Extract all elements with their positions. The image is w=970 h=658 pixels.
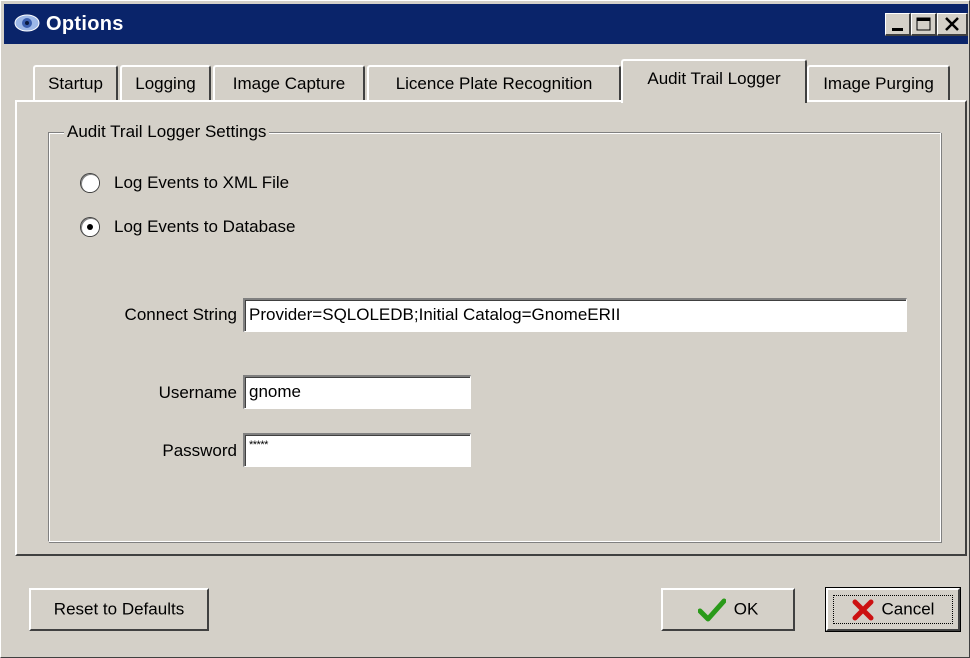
tab-startup[interactable]: Startup	[33, 65, 118, 101]
close-icon	[945, 17, 959, 31]
close-button[interactable]	[937, 13, 968, 36]
tab-image-capture[interactable]: Image Capture	[213, 65, 365, 101]
options-window: Options Startup Logging Image Capture Li…	[0, 0, 970, 658]
connect-string-input[interactable]: Provider=SQLOLEDB;Initial Catalog=GnomeE…	[243, 298, 907, 332]
reset-to-defaults-button[interactable]: Reset to Defaults	[29, 588, 209, 631]
checkmark-icon	[697, 598, 726, 622]
minimize-button[interactable]	[885, 13, 911, 36]
tab-audit-trail-logger[interactable]: Audit Trail Logger	[621, 59, 807, 103]
tab-licence-plate-recognition[interactable]: Licence Plate Recognition	[367, 65, 621, 101]
eye-icon	[14, 14, 40, 32]
maximize-button[interactable]	[911, 13, 937, 36]
reset-button-label: Reset to Defaults	[53, 599, 185, 619]
ok-button[interactable]: OK	[661, 588, 795, 631]
radio-label: Log Events to Database	[114, 217, 296, 236]
ok-button-label: OK	[733, 599, 759, 619]
username-input[interactable]: gnome	[243, 375, 471, 409]
maximize-icon	[916, 17, 931, 31]
radio-button-selected[interactable]	[81, 218, 99, 236]
radio-dot	[87, 224, 93, 230]
username-label: Username	[158, 383, 237, 402]
radio-button[interactable]	[81, 174, 99, 192]
title-bar[interactable]: Options	[4, 4, 968, 44]
tab-logging[interactable]: Logging	[120, 65, 211, 101]
tab-image-purging[interactable]: Image Purging	[807, 65, 950, 101]
password-label: Password	[162, 441, 237, 460]
cancel-button[interactable]: Cancel	[825, 587, 961, 632]
password-input[interactable]: *****	[243, 433, 471, 467]
focus-rectangle	[833, 595, 953, 624]
group-title: Audit Trail Logger Settings	[64, 120, 270, 144]
minimize-icon	[892, 28, 903, 31]
window-title: Options	[46, 13, 124, 35]
connect-string-label: Connect String	[124, 305, 237, 324]
radio-label: Log Events to XML File	[114, 173, 290, 192]
